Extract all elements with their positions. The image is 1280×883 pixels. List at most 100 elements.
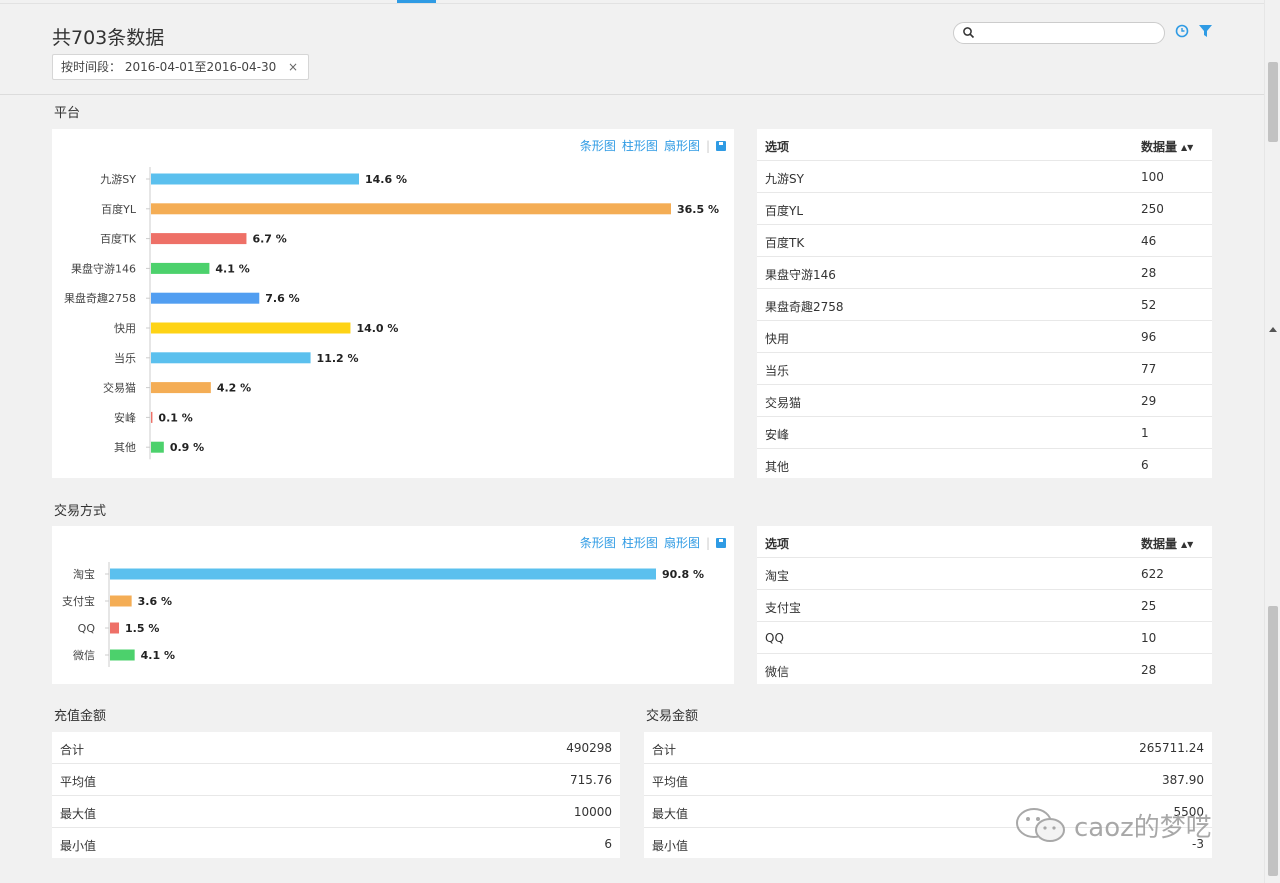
row-count: 6 (1141, 458, 1149, 472)
category-label: QQ (78, 622, 96, 635)
platform-section-title: 平台 (54, 106, 81, 121)
row-option: 支付宝 (765, 601, 802, 615)
row-count: 29 (1141, 394, 1157, 408)
category-label: 微信 (73, 648, 95, 662)
stat-value: 10000 (573, 805, 612, 819)
table-row: 支付宝 25 (757, 590, 1212, 622)
stats-row: 平均值 715.76 (52, 764, 620, 796)
col-option-header: 选项 (765, 140, 790, 154)
data-label: 36.5 % (677, 203, 719, 216)
stat-label: 平均值 (652, 775, 689, 789)
chart-bar (151, 411, 153, 423)
sort-icon[interactable]: ▲▼ (1181, 143, 1193, 152)
filter-close-icon[interactable]: × (288, 55, 298, 79)
chart-bar (110, 622, 120, 634)
row-count: 100 (1141, 170, 1164, 184)
data-label: 3.6 % (138, 595, 172, 608)
row-option: 当乐 (765, 364, 790, 378)
chart-bar (151, 203, 671, 215)
row-option: 九游SY (765, 172, 804, 186)
row-count: 25 (1141, 599, 1157, 613)
row-count: 10 (1141, 631, 1157, 645)
data-label: 4.1 % (215, 262, 249, 275)
stats-row: 合计 265711.24 (644, 732, 1212, 764)
wechat-logo-icon (1016, 808, 1065, 842)
stats-row: 最大值 10000 (52, 796, 620, 828)
col-option-header: 选项 (765, 537, 790, 551)
data-label: 4.2 % (217, 382, 251, 395)
platform-bar-chart: 九游SY 14.6 % 百度YL 36.5 % 百度TK 6.7 % 果盘守游146 4.1 … (64, 167, 719, 460)
stat-label: 最小值 (652, 839, 689, 853)
data-label: 0.1 % (158, 411, 192, 424)
row-option: 淘宝 (765, 569, 790, 583)
table-row: 百度YL 250 (757, 193, 1212, 225)
vertical-scrollbar[interactable] (1264, 0, 1280, 883)
category-label: 淘宝 (73, 567, 95, 581)
payment-chart-panel: 条形图 柱形图 扇形图 | 淘宝 90.8 % 支付宝 3.6 % QQ 1.5 % 微信 4… (52, 526, 734, 684)
scrollbar-thumb-top[interactable] (1268, 62, 1278, 142)
table-header: 选项 数据量 ▲▼ (757, 129, 1212, 161)
date-filter-chip[interactable]: 按时间段： 2016-04-01至2016-04-30 × (52, 54, 309, 80)
data-label: 14.6 % (365, 173, 407, 186)
row-count: 622 (1141, 567, 1164, 581)
platform-chart-panel: 条形图 柱形图 扇形图 | 九游SY 14.6 % 百度YL 36.5 % 百度TK 6.… (52, 129, 734, 478)
scroll-up-arrow-icon[interactable] (1269, 327, 1277, 332)
stats-row: 最小值 6 (52, 828, 620, 860)
stat-label: 最大值 (60, 807, 97, 821)
col-count-header[interactable]: 数据量 ▲▼ (1141, 535, 1193, 552)
stat-label: 合计 (652, 743, 677, 757)
col-count-label: 数据量 (1141, 537, 1178, 551)
table-row: 淘宝 622 (757, 558, 1212, 590)
row-option: 其他 (765, 460, 790, 474)
data-label: 0.9 % (170, 441, 204, 454)
row-option: 百度YL (765, 204, 804, 218)
row-option: 安峰 (765, 428, 790, 442)
stat-label: 最大值 (652, 807, 689, 821)
row-count: 28 (1141, 663, 1157, 677)
data-label: 7.6 % (265, 292, 299, 305)
category-label: 支付宝 (62, 594, 95, 608)
row-count: 46 (1141, 234, 1157, 248)
chart-bar (151, 262, 210, 274)
category-label: 快用 (114, 322, 136, 335)
table-row: 百度TK 46 (757, 225, 1212, 257)
stats-row: 平均值 387.90 (644, 764, 1212, 796)
chart-bar (151, 382, 211, 394)
filter-icon[interactable] (1199, 25, 1212, 37)
table-row: 当乐 77 (757, 353, 1212, 385)
search-input[interactable] (978, 25, 1158, 41)
category-label: 当乐 (114, 351, 136, 365)
chart-bar (110, 649, 135, 661)
sort-icon[interactable]: ▲▼ (1181, 540, 1193, 549)
row-count: 1 (1141, 426, 1149, 440)
trade-section-title: 交易金额 (646, 709, 699, 724)
col-count-label: 数据量 (1141, 140, 1178, 154)
row-count: 250 (1141, 202, 1164, 216)
watermark: caoz的梦呓 (1014, 806, 1212, 844)
chart-bar (151, 441, 164, 453)
chart-bar (151, 233, 247, 245)
data-label: 14.0 % (356, 322, 398, 335)
table-row: 微信 28 (757, 654, 1212, 686)
data-label: 11.2 % (317, 352, 359, 365)
category-label: 九游SY (100, 173, 136, 186)
data-label: 1.5 % (125, 622, 159, 635)
row-option: 微信 (765, 665, 790, 679)
clock-icon[interactable] (1175, 24, 1189, 38)
stat-value: 6 (604, 837, 612, 851)
header-divider (0, 94, 1264, 95)
search-icon (963, 27, 975, 39)
recharge-section-title: 充值金额 (54, 709, 107, 724)
scrollbar-thumb[interactable] (1268, 606, 1278, 876)
watermark-text: caoz的梦呓 (1074, 812, 1212, 843)
table-row: 其他 6 (757, 449, 1212, 481)
search-box[interactable] (953, 22, 1165, 44)
row-count: 77 (1141, 362, 1157, 376)
stat-label: 最小值 (60, 839, 97, 853)
stat-value: 715.76 (570, 773, 612, 787)
row-option: 果盘奇趣2758 (765, 300, 844, 314)
row-option: 交易猫 (765, 396, 802, 410)
data-label: 6.7 % (252, 233, 286, 246)
category-label: 安峰 (114, 410, 136, 424)
col-count-header[interactable]: 数据量 ▲▼ (1141, 138, 1193, 155)
